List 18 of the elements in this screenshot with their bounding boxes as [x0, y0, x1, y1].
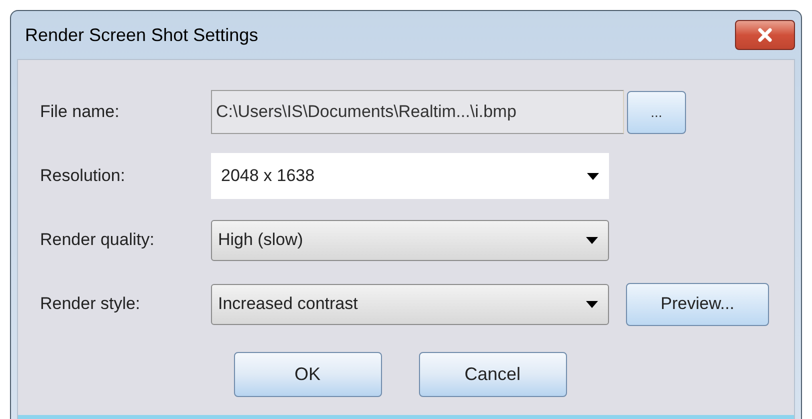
combo-box[interactable]: 2048 x 1638: [211, 153, 609, 199]
preview-button[interactable]: Preview...: [626, 282, 769, 326]
window-title: Render Screen Shot Settings: [25, 24, 258, 47]
dropdown[interactable]: High (slow): [211, 220, 609, 260]
file-name-field[interactable]: C:\Users\IS\Documents\Realtim...\i.bmp: [211, 90, 624, 134]
dropdown[interactable]: Increased contrast: [211, 284, 609, 324]
field-label: Render style:: [39, 293, 142, 316]
dropdown-arrow-icon: [587, 172, 599, 180]
browse-button[interactable]: ...: [627, 90, 686, 134]
cancel-button[interactable]: Cancel: [418, 352, 566, 397]
close-button[interactable]: [735, 20, 795, 50]
field-label: File name:: [39, 101, 120, 124]
ok-button[interactable]: OK: [234, 352, 382, 397]
close-icon: [757, 28, 773, 42]
dropdown-arrow-icon: [586, 300, 598, 308]
dropdown-arrow-icon: [586, 236, 598, 244]
field-label: Render quality:: [39, 229, 156, 252]
field-label: Resolution:: [39, 165, 126, 188]
